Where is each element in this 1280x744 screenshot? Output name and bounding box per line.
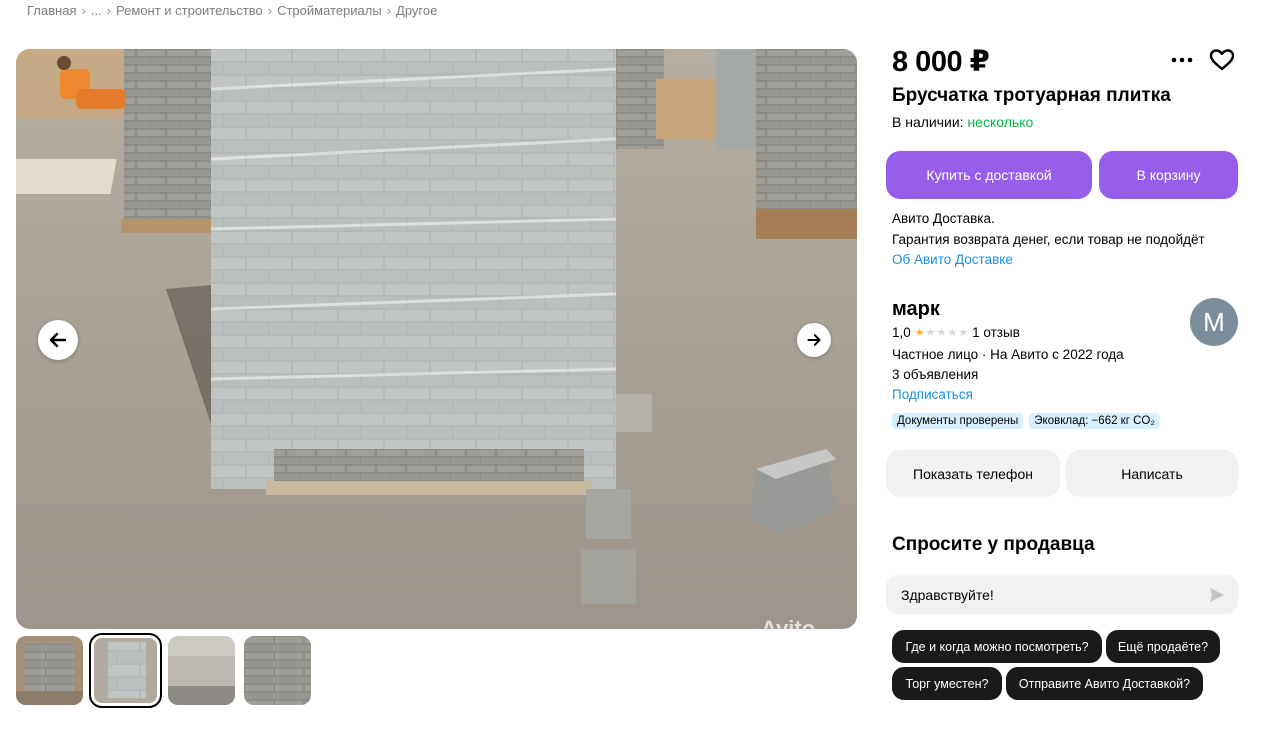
buy-with-delivery-button[interactable]: Купить с доставкой <box>886 151 1092 199</box>
ellipsis-icon <box>1171 57 1193 63</box>
add-to-cart-button[interactable]: В корзину <box>1099 151 1238 199</box>
star-icon: ★ <box>947 327 958 339</box>
thumbnail-3[interactable] <box>168 636 235 705</box>
seller-info: Частное лицо · На Авито с 2022 года 3 об… <box>892 345 1124 405</box>
seller-name[interactable]: марк <box>892 298 940 321</box>
reviews-count[interactable]: 1 отзыв <box>972 325 1020 340</box>
rating-value: 1,0 <box>892 325 911 340</box>
more-button[interactable] <box>1170 49 1194 71</box>
stock-value: несколько <box>967 114 1034 130</box>
gallery-prev-button[interactable] <box>38 320 78 360</box>
send-icon[interactable] <box>1208 586 1226 604</box>
about-delivery-link[interactable]: Об Авито Доставке <box>892 250 1205 271</box>
breadcrumb-separator: › <box>267 3 273 18</box>
breadcrumb-home[interactable]: Главная <box>27 3 76 18</box>
star-icon: ★ <box>958 327 969 339</box>
write-message-button[interactable]: Написать <box>1066 450 1238 497</box>
breadcrumb-ellipsis[interactable]: ... <box>91 3 102 18</box>
listing-title: Брусчатка тротуарная плитка <box>892 85 1171 106</box>
price: 8 000 ₽ <box>892 46 990 78</box>
ask-seller-title: Спросите у продавца <box>892 534 1095 555</box>
badge-documents[interactable]: Документы проверены <box>892 413 1024 429</box>
seller-type-since: Частное лицо · На Авито с 2022 года <box>892 347 1124 362</box>
star-icon: ★ <box>936 327 947 339</box>
thumbnail-4[interactable] <box>244 636 311 705</box>
star-icon: ★ <box>925 327 936 339</box>
arrow-right-icon <box>807 334 821 346</box>
thumbnail-2[interactable] <box>89 633 162 708</box>
seller-badges: Документы проверены Эковклад: −662 кг CO… <box>892 413 1160 429</box>
stock-status: В наличии: несколько <box>892 114 1033 130</box>
delivery-line-2: Гарантия возврата денег, если товар не п… <box>892 231 1205 247</box>
message-input-value: Здравствуйте! <box>901 586 994 603</box>
seller-rating[interactable]: 1,0 ★ ★ ★ ★ ★ 1 отзыв <box>892 325 1020 340</box>
thumbnail-strip <box>16 633 311 708</box>
quick-question-chip[interactable]: Отправите Авито Доставкой? <box>1006 667 1203 700</box>
main-photo[interactable]: Avito <box>16 49 857 629</box>
breadcrumb: Главная › ... › Ремонт и строительство ›… <box>27 3 437 18</box>
breadcrumb-repair[interactable]: Ремонт и строительство <box>116 3 263 18</box>
quick-question-chip[interactable]: Где и когда можно посмотреть? <box>892 630 1102 663</box>
quick-question-chip[interactable]: Ещё продаёте? <box>1106 630 1220 663</box>
seller-ads-count[interactable]: 3 объявления <box>892 365 1124 385</box>
thumbnail-1[interactable] <box>16 636 83 705</box>
delivery-info: Авито Доставка. Гарантия возврата денег,… <box>892 209 1205 271</box>
stock-label: В наличии: <box>892 114 964 130</box>
favorite-button[interactable] <box>1209 48 1235 72</box>
show-phone-button[interactable]: Показать телефон <box>886 450 1060 497</box>
quick-question-chip[interactable]: Торг уместен? <box>892 667 1002 700</box>
breadcrumb-separator: › <box>106 3 112 18</box>
rating-stars: ★ ★ ★ ★ ★ <box>915 326 968 339</box>
breadcrumb-separator: › <box>386 3 392 18</box>
arrow-left-icon <box>49 332 67 348</box>
subscribe-link[interactable]: Подписаться <box>892 385 1124 405</box>
watermark: Avito <box>761 616 815 629</box>
badge-eco[interactable]: Эковклад: −662 кг CO₂ <box>1029 413 1160 429</box>
paving-stones-photo: Avito <box>16 49 857 629</box>
gallery-next-button[interactable] <box>797 323 831 357</box>
avatar[interactable]: М <box>1190 298 1238 346</box>
breadcrumb-other[interactable]: Другое <box>396 3 437 18</box>
message-input[interactable]: Здравствуйте! <box>886 575 1238 614</box>
breadcrumb-materials[interactable]: Стройматериалы <box>277 3 382 18</box>
heart-icon <box>1209 49 1235 71</box>
delivery-line-1: Авито Доставка. <box>892 211 995 226</box>
star-icon: ★ <box>914 327 925 339</box>
breadcrumb-separator: › <box>81 3 86 18</box>
